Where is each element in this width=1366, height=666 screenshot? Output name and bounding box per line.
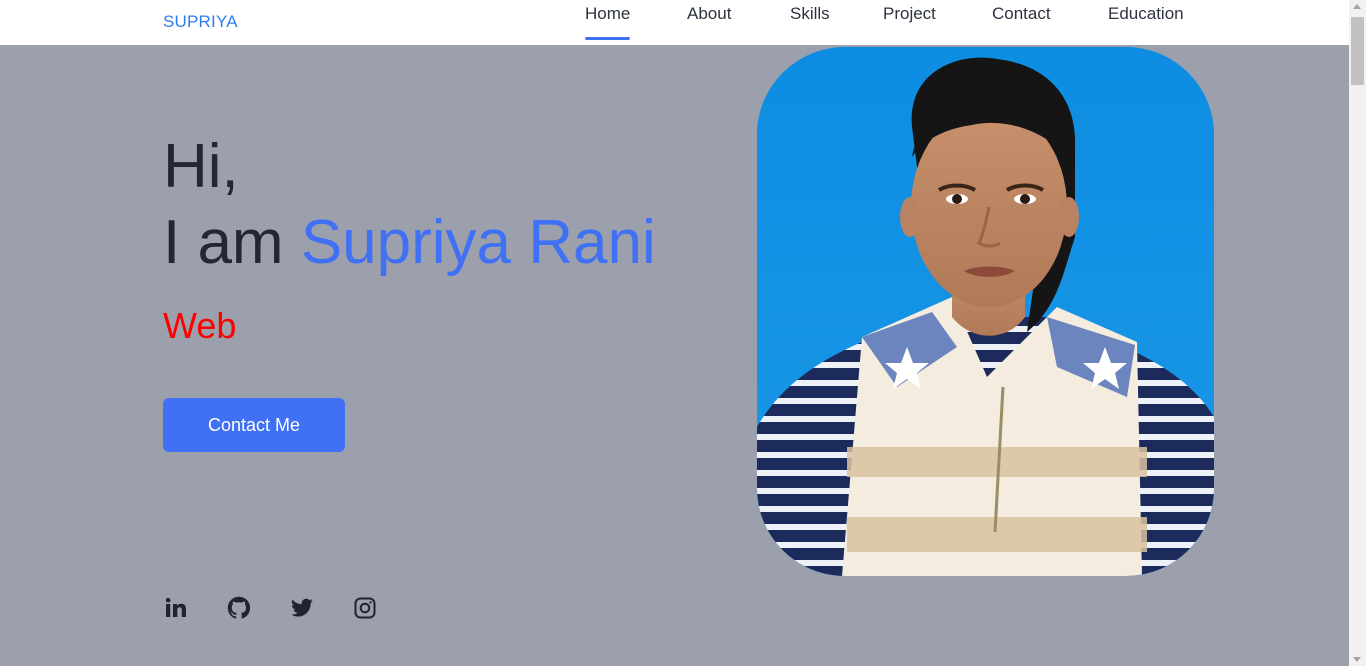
- instagram-icon[interactable]: [353, 596, 377, 620]
- hero-intro-prefix: I am: [163, 208, 301, 277]
- page: SUPRIYA Home About Skills Project Contac…: [0, 0, 1349, 666]
- linkedin-icon[interactable]: [164, 596, 188, 620]
- hero-greeting: Hi,: [163, 132, 239, 201]
- github-icon[interactable]: [227, 596, 251, 620]
- twitter-icon[interactable]: [290, 596, 314, 620]
- hero-role: Web: [163, 305, 237, 346]
- nav-skills[interactable]: Skills: [790, 4, 830, 40]
- brand-logo[interactable]: SUPRIYA: [163, 12, 238, 32]
- nav-education[interactable]: Education: [1108, 4, 1184, 40]
- profile-photo: [757, 47, 1214, 576]
- scroll-up-arrow-icon[interactable]: [1353, 4, 1361, 9]
- nav-about[interactable]: About: [687, 4, 731, 40]
- contact-me-button[interactable]: Contact Me: [163, 398, 345, 452]
- nav-home[interactable]: Home: [585, 4, 631, 40]
- nav-contact[interactable]: Contact: [992, 4, 1051, 40]
- hero-intro: I am Supriya Rani: [163, 212, 656, 274]
- nav-project[interactable]: Project: [883, 4, 936, 40]
- hero-name: Supriya Rani: [300, 208, 656, 277]
- scroll-down-arrow-icon[interactable]: [1353, 657, 1361, 662]
- vertical-scrollbar[interactable]: [1349, 0, 1366, 666]
- scroll-thumb[interactable]: [1351, 17, 1364, 85]
- navbar: SUPRIYA Home About Skills Project Contac…: [0, 0, 1349, 45]
